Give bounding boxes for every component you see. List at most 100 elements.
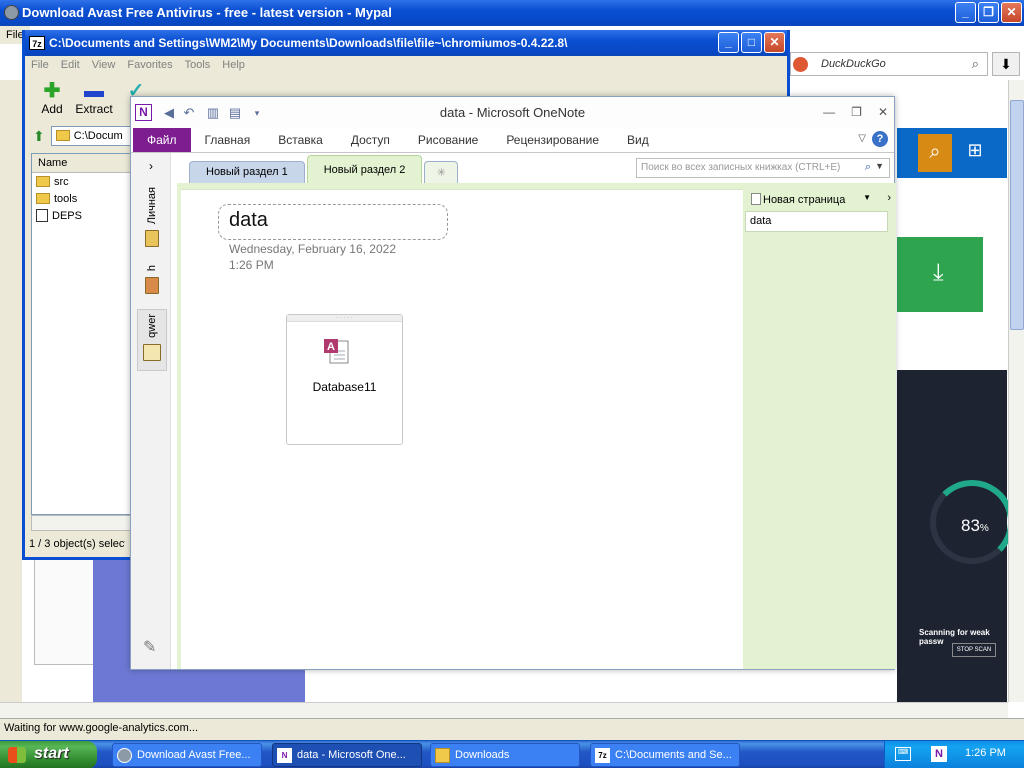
7zip-title-bar[interactable]: 7z C:\Documents and Settings\WM2\My Docu… [25,30,787,56]
list-item[interactable]: src [32,173,130,190]
onenote-title: data - Microsoft OneNote [439,105,586,120]
download-icon: ⤓ [933,259,944,286]
taskbar-button-downloads[interactable]: Downloads [430,743,580,767]
site-search-icon[interactable]: ⌕ [918,134,952,172]
menu-tools[interactable]: Tools [185,59,211,73]
tab-share[interactable]: Доступ [337,133,404,152]
ribbon-tabs: Файл Главная Вставка Доступ Рисование Ре… [131,128,894,153]
system-tray: ⌨ N 1:26 PM [884,741,1024,768]
avast-promo-panel: 83% Scanning for weak passw STOP SCAN [897,370,1014,710]
plus-icon: ✚ [43,80,61,102]
folder-icon [55,130,70,141]
notebook-item[interactable]: qwer [137,309,167,371]
page-list-item[interactable]: data [745,211,888,232]
expand-ribbon-icon[interactable]: ▽ [858,133,866,144]
minimize-button[interactable]: _ [718,32,739,53]
close-button[interactable]: ✕ [1001,2,1022,23]
column-header-name[interactable]: Name [32,154,130,173]
tab-review[interactable]: Рецензирование [492,133,613,152]
restore-button[interactable]: ❐ [978,2,999,23]
container-handle[interactable]: · · · · · [287,315,402,322]
list-item[interactable]: tools [32,190,130,207]
browser-sidebar [0,80,22,720]
menu-edit[interactable]: Edit [61,59,80,73]
new-page-dropdown-icon[interactable]: ▼ [863,193,871,202]
taskbar-button-7zip[interactable]: 7z C:\Documents and Se... [590,743,740,767]
keyboard-icon[interactable]: ⌨ [895,747,911,761]
onenote-title-bar[interactable]: N ◀ ↶ ▥ ▤ ▾ data - Microsoft OneNote — ❐… [131,97,894,129]
taskbar-label: C:\Documents and Se... [615,749,732,761]
7zip-icon: 7z [29,36,45,50]
section-tab-active[interactable]: Новый раздел 2 [306,155,423,183]
tab-insert[interactable]: Вставка [264,133,337,152]
file-name: tools [54,192,78,205]
clock[interactable]: 1:26 PM [965,747,1006,759]
attachment-container[interactable]: · · · · · A Database11 [286,314,403,445]
duckduckgo-icon [793,57,808,72]
section-tab[interactable]: Новый раздел 1 [189,161,305,183]
search-icon[interactable]: ⌕ [972,56,979,72]
tab-draw[interactable]: Рисование [404,133,492,152]
folder-icon [36,176,50,187]
menu-view[interactable]: View [92,59,116,73]
download-button[interactable]: ⤓ [897,237,983,312]
notebook-item[interactable]: h [137,265,167,295]
new-section-icon[interactable]: ✳ [424,161,459,183]
search-box[interactable]: DuckDuckGo ⌕ [790,52,988,76]
product-box [34,555,94,665]
up-folder-icon[interactable]: ⬆ [33,128,45,145]
minimize-button[interactable]: _ [955,2,976,23]
page-canvas[interactable]: data Wednesday, February 16, 2022 1:26 P… [181,189,743,669]
collapse-pages-icon[interactable]: › [887,192,891,204]
help-icon[interactable]: ? [872,131,888,147]
close-button[interactable]: ✕ [878,105,888,119]
tab-file[interactable]: Файл [133,128,191,152]
close-button[interactable]: ✕ [764,32,785,53]
horizontal-scrollbar[interactable] [31,515,131,531]
new-page-button[interactable]: Новая страница ▼ › [745,189,895,211]
restore-button[interactable]: ❐ [851,105,862,119]
search-icon[interactable]: ⌕ [865,161,871,174]
taskbar-button-browser[interactable]: Download Avast Free... [112,743,262,767]
browser-title-bar[interactable]: Download Avast Free Antivirus - free - l… [0,0,1024,26]
stop-scan-button[interactable]: STOP SCAN [952,643,996,657]
taskbar-label: Downloads [455,749,510,761]
notebook-icon [145,277,159,295]
attachment-name: Database11 [312,380,377,394]
extract-button[interactable]: ▬ Extract [73,76,115,124]
add-button[interactable]: ✚ Add [31,76,73,124]
site-header [897,128,1007,178]
notebook-label: Личная [146,187,158,225]
unfiled-notes-icon[interactable]: ✎ [143,637,156,657]
tab-view[interactable]: Вид [613,133,663,152]
file-name: DEPS [52,209,82,222]
extract-label: Extract [75,102,113,116]
maximize-button[interactable]: □ [741,32,762,53]
list-item[interactable]: DEPS [32,207,130,224]
start-button[interactable]: start [0,741,97,768]
search-scope-dropdown-icon[interactable]: ▼ [875,161,884,171]
file-list: Name src tools DEPS [31,153,131,515]
page-title[interactable]: data [218,204,448,240]
menu-help[interactable]: Help [222,59,245,73]
search-placeholder: Поиск во всех записных книжках (CTRL+E) [641,162,841,173]
download-arrow-icon[interactable]: ⬇ [992,52,1020,76]
access-file-icon: A [324,339,349,364]
taskbar-button-onenote[interactable]: N data - Microsoft One... [272,743,422,767]
tab-home[interactable]: Главная [191,133,265,152]
vertical-scrollbar[interactable] [1008,80,1024,702]
onenote-tray-icon[interactable]: N [931,746,947,762]
menu-favorites[interactable]: Favorites [127,59,172,73]
onenote-window: N ◀ ↶ ▥ ▤ ▾ data - Microsoft OneNote — ❐… [130,96,896,670]
search-input[interactable]: Поиск во всех записных книжках (CTRL+E) … [636,158,890,178]
7zip-title: C:\Documents and Settings\WM2\My Documen… [49,36,568,50]
scrollbar-thumb[interactable] [1010,100,1024,330]
minimize-button[interactable]: — [823,105,835,119]
menu-file[interactable]: File [31,59,49,73]
gauge-unit: % [979,523,989,534]
expand-notebooks-icon[interactable]: › [149,159,153,173]
taskbar-label: Download Avast Free... [137,749,251,761]
file-name: src [54,175,69,188]
notebook-item[interactable]: Личная [137,187,167,248]
horizontal-scrollbar[interactable] [0,702,1008,718]
